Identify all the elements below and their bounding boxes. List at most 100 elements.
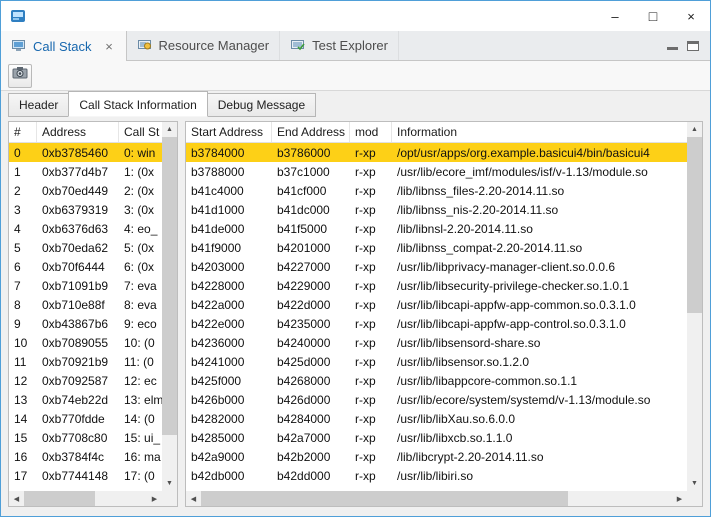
scroll-left-icon[interactable]: ◀ <box>186 491 201 506</box>
callstack-row[interactable]: 15 0xb7708c80 15: ui_ <box>9 428 162 447</box>
callstack-table-body: 0 0xb3785460 0: win 1 0xb377d4b7 1: (0x … <box>9 143 162 491</box>
column-header-start-address[interactable]: Start Address <box>186 122 272 142</box>
memory-row[interactable]: b41d1000 b41dc000 r-xp /lib/libnss_nis-2… <box>186 200 687 219</box>
memory-row[interactable]: b422e000 b4235000 r-xp /usr/lib/libcapi-… <box>186 314 687 333</box>
cell-end-address: b426d000 <box>272 393 350 407</box>
memory-row[interactable]: b41c4000 b41cf000 r-xp /lib/libnss_files… <box>186 181 687 200</box>
scrollbar-thumb[interactable] <box>162 137 177 435</box>
scroll-left-icon[interactable]: ◀ <box>9 491 24 506</box>
window-minimize-button[interactable]: – <box>596 1 634 31</box>
scrollbar-thumb[interactable] <box>687 137 702 313</box>
maximize-view-icon[interactable] <box>687 41 699 51</box>
content-area: # Address Call St 0 0xb3785460 0: win 1 … <box>1 117 710 516</box>
cell-mod: r-xp <box>350 412 392 426</box>
callstack-row[interactable]: 13 0xb74eb22d 13: elm <box>9 390 162 409</box>
memory-row[interactable]: b41de000 b41f5000 r-xp /lib/libnsl-2.20-… <box>186 219 687 238</box>
callstack-row[interactable]: 11 0xb70921b9 11: (0 <box>9 352 162 371</box>
cell-address: 0xb770fdde <box>37 412 119 426</box>
callstack-row[interactable]: 7 0xb71091b9 7: eva <box>9 276 162 295</box>
column-header-num[interactable]: # <box>9 122 37 142</box>
subtab-debug-message[interactable]: Debug Message <box>208 93 316 117</box>
tab-test-explorer[interactable]: Test Explorer <box>280 31 399 60</box>
subtab-header[interactable]: Header <box>8 93 69 117</box>
callstack-row[interactable]: 5 0xb70eda62 5: (0x <box>9 238 162 257</box>
scroll-right-icon[interactable]: ▶ <box>147 491 162 506</box>
scroll-down-icon[interactable]: ▼ <box>162 476 177 491</box>
window: – □ × Call Stack × Resource Manager Test… <box>0 0 711 517</box>
memory-row[interactable]: b422a000 b422d000 r-xp /usr/lib/libcapi-… <box>186 295 687 314</box>
cell-mod: r-xp <box>350 469 392 483</box>
memory-row[interactable]: b425f000 b4268000 r-xp /usr/lib/libappco… <box>186 371 687 390</box>
cell-num: 13 <box>9 393 37 407</box>
memory-row[interactable]: b4228000 b4229000 r-xp /usr/lib/libsecur… <box>186 276 687 295</box>
callstack-row[interactable]: 10 0xb7089055 10: (0 <box>9 333 162 352</box>
scrollbar-corner <box>162 491 177 506</box>
subtab-call-stack-information[interactable]: Call Stack Information <box>68 91 207 117</box>
window-close-button[interactable]: × <box>672 1 710 31</box>
column-header-mod[interactable]: mod <box>350 122 392 142</box>
scroll-right-icon[interactable]: ▶ <box>672 491 687 506</box>
vertical-scrollbar[interactable]: ▲ ▼ <box>162 122 177 491</box>
column-header-end-address[interactable]: End Address <box>272 122 350 142</box>
memory-row[interactable]: b4236000 b4240000 r-xp /usr/lib/libsenso… <box>186 333 687 352</box>
minimize-view-icon[interactable] <box>667 41 678 50</box>
column-header-address[interactable]: Address <box>37 122 119 142</box>
callstack-row[interactable]: 2 0xb70ed449 2: (0x <box>9 181 162 200</box>
callstack-row[interactable]: 14 0xb770fdde 14: (0 <box>9 409 162 428</box>
scrollbar-track <box>687 137 702 476</box>
cell-start-address: b42a9000 <box>186 450 272 464</box>
test-explorer-icon <box>290 38 306 54</box>
scrollbar-thumb[interactable] <box>201 491 568 506</box>
scroll-up-icon[interactable]: ▲ <box>687 122 702 137</box>
callstack-row[interactable]: 16 0xb3784f4c 16: ma <box>9 447 162 466</box>
callstack-row[interactable]: 3 0xb6379319 3: (0x <box>9 200 162 219</box>
cell-start-address: b3788000 <box>186 165 272 179</box>
scrollbar-thumb[interactable] <box>24 491 95 506</box>
memory-row[interactable]: b42a9000 b42b2000 r-xp /lib/libcrypt-2.2… <box>186 447 687 466</box>
capture-button[interactable] <box>8 64 32 88</box>
cell-information: /usr/lib/libsensor.so.1.2.0 <box>392 355 687 369</box>
memory-row[interactable]: b4241000 b425d000 r-xp /usr/lib/libsenso… <box>186 352 687 371</box>
tab-close-icon[interactable]: × <box>103 39 116 54</box>
cell-information: /lib/libnss_nis-2.20-2014.11.so <box>392 203 687 217</box>
memory-row[interactable]: b4203000 b4227000 r-xp /usr/lib/libpriva… <box>186 257 687 276</box>
column-header-information[interactable]: Information <box>392 122 702 142</box>
horizontal-scrollbar[interactable]: ◀ ▶ <box>186 491 687 506</box>
callstack-row[interactable]: 17 0xb7744148 17: (0 <box>9 466 162 485</box>
cell-num: 6 <box>9 260 37 274</box>
memory-row[interactable]: b41f9000 b4201000 r-xp /lib/libnss_compa… <box>186 238 687 257</box>
callstack-row[interactable]: 4 0xb6376d63 4: eo_ <box>9 219 162 238</box>
memory-row[interactable]: b4285000 b42a7000 r-xp /usr/lib/libxcb.s… <box>186 428 687 447</box>
cell-num: 8 <box>9 298 37 312</box>
cell-start-address: b42db000 <box>186 469 272 483</box>
cell-address: 0xb7092587 <box>37 374 119 388</box>
memory-row[interactable]: b3784000 b3786000 r-xp /opt/usr/apps/org… <box>186 143 687 162</box>
callstack-row[interactable]: 8 0xb710e88f 8: eva <box>9 295 162 314</box>
memory-row[interactable]: b3788000 b37c1000 r-xp /usr/lib/ecore_im… <box>186 162 687 181</box>
cell-end-address: b41dc000 <box>272 203 350 217</box>
tab-call-stack[interactable]: Call Stack × <box>1 31 127 61</box>
cell-mod: r-xp <box>350 431 392 445</box>
callstack-row[interactable]: 0 0xb3785460 0: win <box>9 143 162 162</box>
cell-mod: r-xp <box>350 241 392 255</box>
callstack-row[interactable]: 12 0xb7092587 12: ec <box>9 371 162 390</box>
callstack-row[interactable]: 6 0xb70f6444 6: (0x <box>9 257 162 276</box>
tab-label: Call Stack <box>33 39 92 54</box>
callstack-row[interactable]: 9 0xb43867b6 9: eco <box>9 314 162 333</box>
memory-row[interactable]: b42db000 b42dd000 r-xp /usr/lib/libiri.s… <box>186 466 687 485</box>
scroll-up-icon[interactable]: ▲ <box>162 122 177 137</box>
callstack-row[interactable]: 1 0xb377d4b7 1: (0x <box>9 162 162 181</box>
memory-row[interactable]: b426b000 b426d000 r-xp /usr/lib/ecore/sy… <box>186 390 687 409</box>
cell-end-address: b4268000 <box>272 374 350 388</box>
scroll-down-icon[interactable]: ▼ <box>687 476 702 491</box>
vertical-scrollbar[interactable]: ▲ ▼ <box>687 122 702 491</box>
horizontal-scrollbar[interactable]: ◀ ▶ <box>9 491 162 506</box>
memory-row[interactable]: b4282000 b4284000 r-xp /usr/lib/libXau.s… <box>186 409 687 428</box>
window-maximize-button[interactable]: □ <box>634 1 672 31</box>
titlebar[interactable]: – □ × <box>1 1 710 31</box>
tab-resource-manager[interactable]: Resource Manager <box>127 31 281 60</box>
cell-information: /usr/lib/libiri.so <box>392 469 687 483</box>
cell-start-address: b41c4000 <box>186 184 272 198</box>
cell-call: 14: (0 <box>119 412 162 426</box>
cell-num: 11 <box>9 355 37 369</box>
